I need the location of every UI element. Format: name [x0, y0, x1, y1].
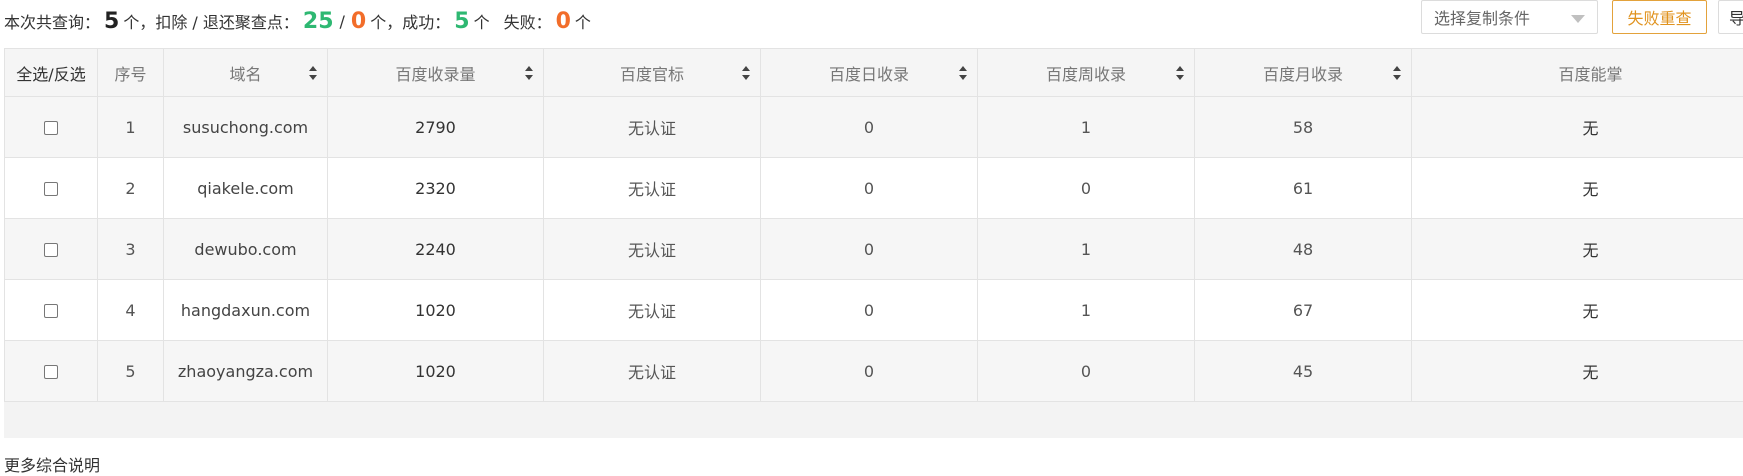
- cell-monthly: 58: [1195, 97, 1412, 158]
- cell-daily: 0: [761, 97, 978, 158]
- header-daily[interactable]: 百度日收录: [761, 49, 978, 97]
- cell-weekly: 1: [978, 280, 1195, 341]
- cell-xzh: 无: [1412, 97, 1743, 158]
- cell-daily: 0: [761, 341, 978, 402]
- row-checkbox-cell[interactable]: [5, 280, 98, 341]
- cell-daily: 0: [761, 158, 978, 219]
- row-checkbox-cell[interactable]: [5, 97, 98, 158]
- header-index: 序号: [98, 49, 164, 97]
- cell-index: 4: [98, 280, 164, 341]
- summary-slash: /: [340, 12, 345, 31]
- cell-index: 3: [98, 219, 164, 280]
- cell-weekly: 0: [978, 158, 1195, 219]
- cell-indexed: 2790: [328, 97, 544, 158]
- cell-xzh: 无: [1412, 341, 1743, 402]
- row-checkbox[interactable]: [44, 365, 58, 379]
- cell-daily: 0: [761, 219, 978, 280]
- cell-monthly: 67: [1195, 280, 1412, 341]
- table-row: 1 susuchong.com 2790 无认证 0 1 58 无: [5, 97, 1743, 158]
- cell-weekly: 0: [978, 341, 1195, 402]
- table-row: 4 hangdaxun.com 1020 无认证 0 1 67 无: [5, 280, 1743, 341]
- cell-monthly: 61: [1195, 158, 1412, 219]
- header-official-label: 百度官标: [620, 65, 684, 84]
- summary-unit-4: 个: [575, 9, 591, 33]
- cell-official: 无认证: [544, 158, 761, 219]
- header-monthly[interactable]: 百度月收录: [1195, 49, 1412, 97]
- header-domain-label: 域名: [229, 65, 261, 84]
- cell-index: 5: [98, 341, 164, 402]
- retry-failed-button[interactable]: 失败重查: [1612, 0, 1707, 34]
- sort-icon[interactable]: [1393, 66, 1401, 80]
- summary-unit-3: 个: [474, 9, 490, 33]
- header-xzh: 百度能掌: [1412, 49, 1743, 97]
- header-daily-label: 百度日收录: [829, 65, 909, 84]
- cell-domain: zhaoyangza.com: [164, 341, 328, 402]
- header-weekly-label: 百度周收录: [1046, 65, 1126, 84]
- header-domain[interactable]: 域名: [164, 49, 328, 97]
- header-official[interactable]: 百度官标: [544, 49, 761, 97]
- export-button[interactable]: 导: [1718, 0, 1743, 34]
- summary-total-label: 本次共查询：: [4, 9, 100, 33]
- cell-index: 2: [98, 158, 164, 219]
- cell-weekly: 1: [978, 219, 1195, 280]
- cell-indexed: 2240: [328, 219, 544, 280]
- row-checkbox-cell[interactable]: [5, 219, 98, 280]
- summary-unit-deduct: 个，扣除 / 退还聚查点：: [123, 9, 299, 33]
- sort-icon[interactable]: [309, 66, 317, 80]
- header-indexed-label: 百度收录量: [395, 65, 475, 84]
- summary-success-count: 5: [454, 9, 469, 34]
- chevron-down-icon: [1571, 15, 1585, 23]
- table-header-row: 全选/反选 序号 域名 百度收录量 百度官标 百度日收录 百度周收录 百度月收录…: [5, 49, 1743, 97]
- header-indexed[interactable]: 百度收录量: [328, 49, 544, 97]
- cell-indexed: 1020: [328, 341, 544, 402]
- header-weekly[interactable]: 百度周收录: [978, 49, 1195, 97]
- cell-official: 无认证: [544, 341, 761, 402]
- cell-domain: hangdaxun.com: [164, 280, 328, 341]
- header-xzh-label: 百度能掌: [1558, 65, 1622, 84]
- footer-note: 更多综合说明: [4, 452, 100, 476]
- sort-icon[interactable]: [742, 66, 750, 80]
- row-checkbox-cell[interactable]: [5, 341, 98, 402]
- table-row: 3 dewubo.com 2240 无认证 0 1 48 无: [5, 219, 1743, 280]
- cell-index: 1: [98, 97, 164, 158]
- cell-xzh: 无: [1412, 158, 1743, 219]
- cell-daily: 0: [761, 280, 978, 341]
- summary-total-count: 5: [104, 9, 119, 34]
- results-table-container: 全选/反选 序号 域名 百度收录量 百度官标 百度日收录 百度周收录 百度月收录…: [4, 48, 1743, 438]
- row-checkbox[interactable]: [44, 182, 58, 196]
- cell-xzh: 无: [1412, 280, 1743, 341]
- table-row: 5 zhaoyangza.com 1020 无认证 0 0 45 无: [5, 341, 1743, 402]
- row-checkbox[interactable]: [44, 243, 58, 257]
- cell-monthly: 45: [1195, 341, 1412, 402]
- cell-xzh: 无: [1412, 219, 1743, 280]
- summary-refund-points: 0: [351, 9, 366, 34]
- cell-monthly: 48: [1195, 219, 1412, 280]
- cell-indexed: 2320: [328, 158, 544, 219]
- row-checkbox[interactable]: [44, 304, 58, 318]
- table-row: 2 qiakele.com 2320 无认证 0 0 61 无: [5, 158, 1743, 219]
- summary-fail-count: 0: [556, 9, 571, 34]
- cell-domain: qiakele.com: [164, 158, 328, 219]
- row-checkbox-cell[interactable]: [5, 158, 98, 219]
- row-checkbox[interactable]: [44, 121, 58, 135]
- summary-fail-label: 失败：: [504, 9, 552, 33]
- query-summary: 本次共查询： 5 个，扣除 / 退还聚查点： 25 / 0 个，成功： 5 个 …: [4, 4, 591, 38]
- header-monthly-label: 百度月收录: [1263, 65, 1343, 84]
- cell-domain: dewubo.com: [164, 219, 328, 280]
- copy-condition-placeholder: 选择复制条件: [1434, 5, 1530, 29]
- cell-official: 无认证: [544, 280, 761, 341]
- results-table: 全选/反选 序号 域名 百度收录量 百度官标 百度日收录 百度周收录 百度月收录…: [4, 48, 1743, 402]
- summary-unit-success: 个，成功：: [370, 9, 450, 33]
- cell-official: 无认证: [544, 97, 761, 158]
- cell-official: 无认证: [544, 219, 761, 280]
- sort-icon[interactable]: [959, 66, 967, 80]
- cell-indexed: 1020: [328, 280, 544, 341]
- sort-icon[interactable]: [525, 66, 533, 80]
- sort-icon[interactable]: [1176, 66, 1184, 80]
- copy-condition-select[interactable]: 选择复制条件: [1421, 0, 1598, 34]
- cell-domain: susuchong.com: [164, 97, 328, 158]
- summary-deduct-points: 25: [303, 9, 334, 34]
- cell-weekly: 1: [978, 97, 1195, 158]
- select-all-toggle[interactable]: 全选/反选: [5, 49, 98, 97]
